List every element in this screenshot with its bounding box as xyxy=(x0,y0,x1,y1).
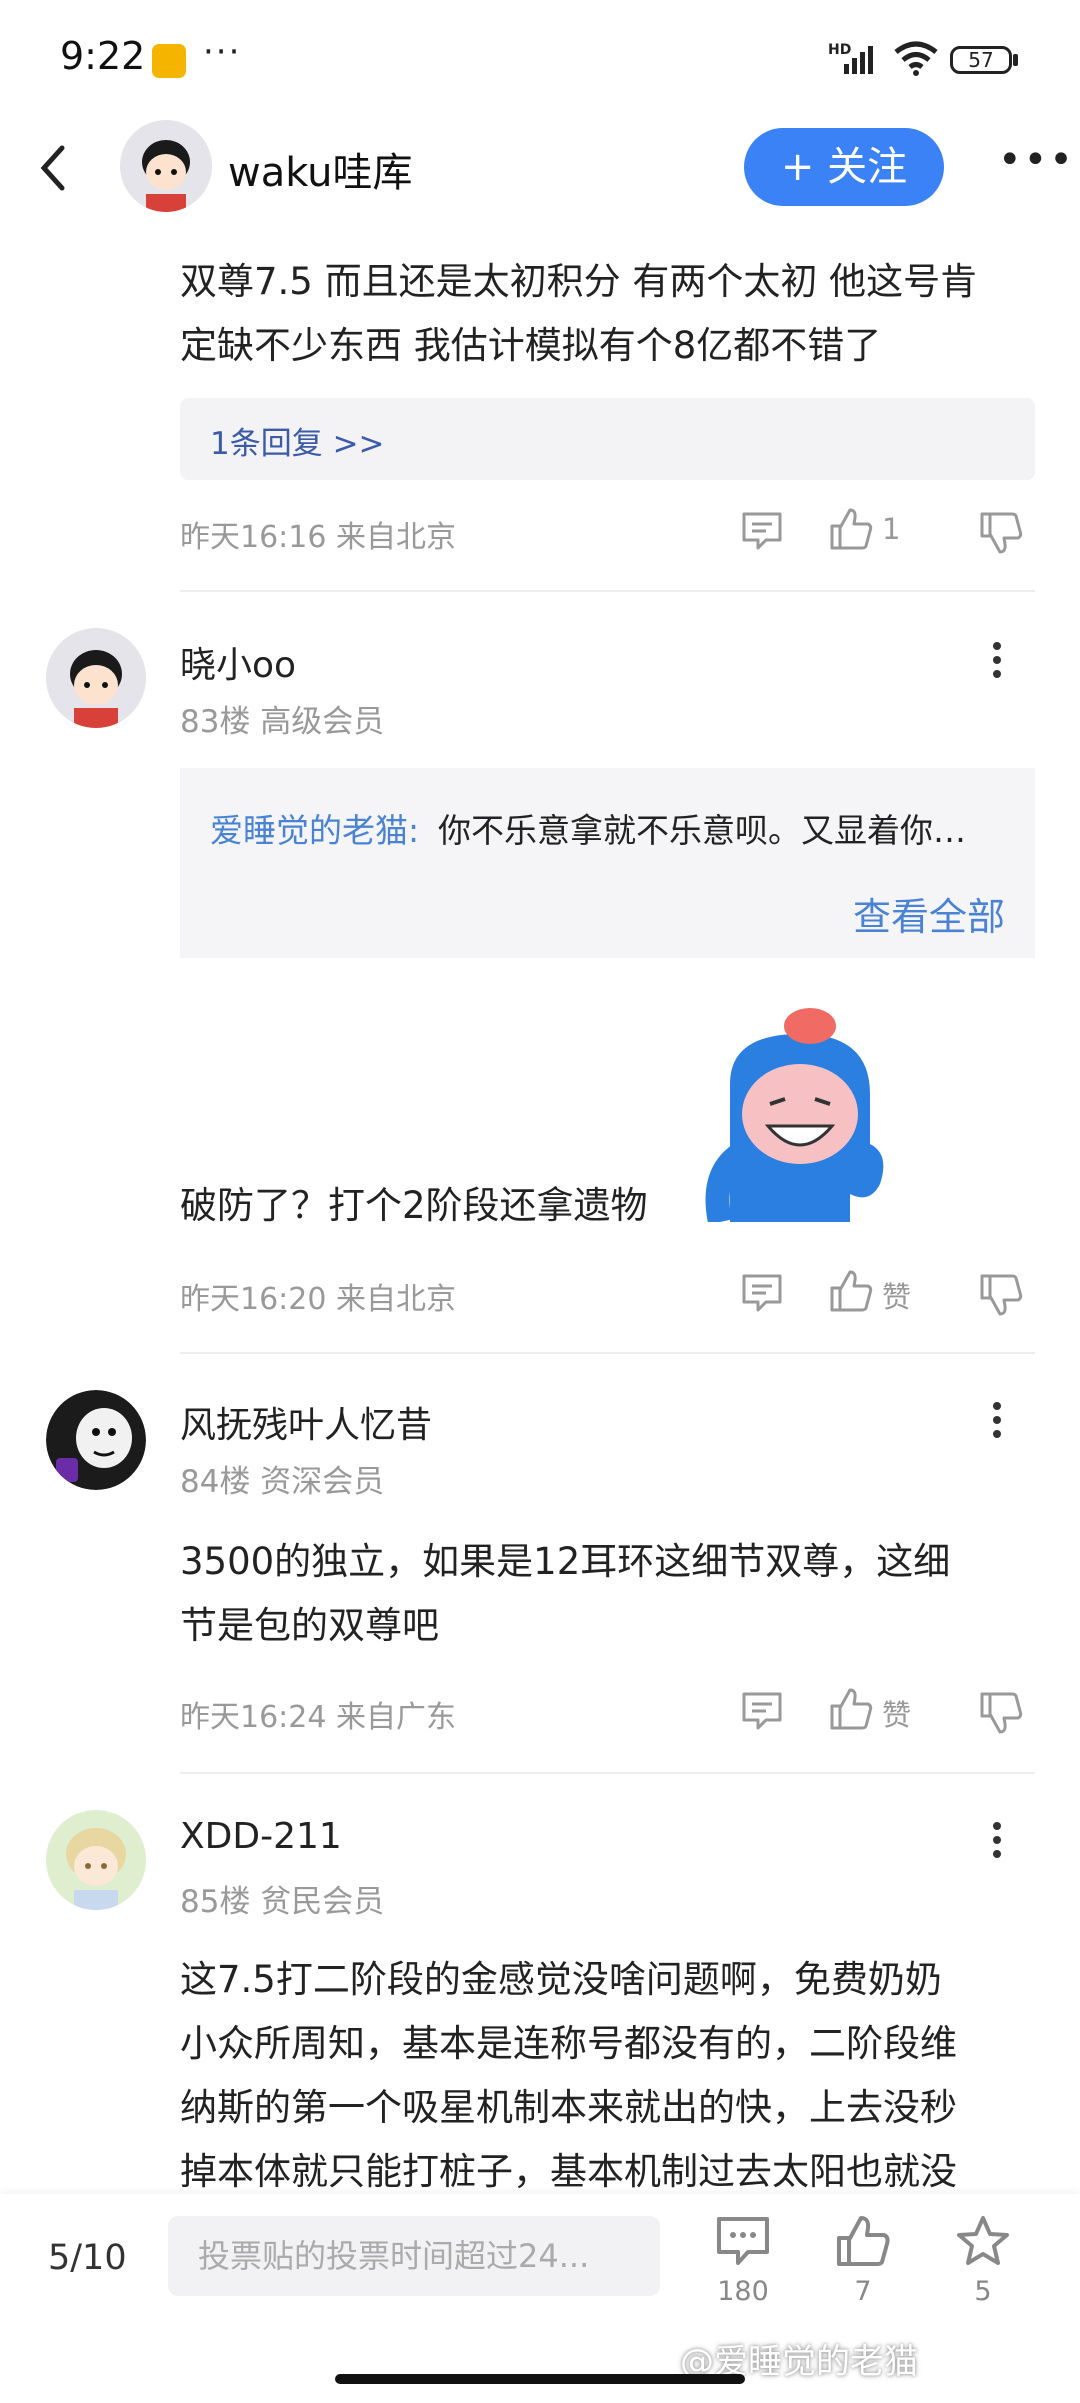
post-text: 纳斯的第一个吸星机制本来就出的快，上去没秒 xyxy=(180,2086,957,2129)
thumbs-up-icon xyxy=(837,2216,890,2266)
status-time: 9:22 xyxy=(60,34,146,78)
comment-icon[interactable] xyxy=(740,508,784,552)
star-icon xyxy=(957,2216,1009,2265)
floor-info: 85楼 贫民会员 xyxy=(180,1884,385,1920)
user-avatar[interactable] xyxy=(46,628,146,728)
reply-input[interactable]: 投票贴的投票时间超过24... xyxy=(168,2216,660,2296)
battery-tip xyxy=(1013,54,1018,66)
divider xyxy=(180,590,1035,592)
post-text: 节是包的双尊吧 xyxy=(180,1604,439,1647)
post-text: 破防了？打个2阶段还拿遗物 xyxy=(180,1184,648,1227)
follow-button[interactable]: + 关注 xyxy=(744,128,944,206)
floor-info: 84楼 资深会员 xyxy=(180,1464,385,1500)
dislike-icon[interactable] xyxy=(978,1690,1024,1736)
likes-count: 7 xyxy=(854,2276,872,2307)
user-name[interactable]: XDD-211 xyxy=(180,1816,342,1857)
quote-author[interactable]: 爱睡觉的老猫: xyxy=(210,804,419,852)
post-options-icon[interactable] xyxy=(982,1396,1012,1448)
user-name[interactable]: 风抚残叶人忆昔 xyxy=(180,1396,432,1448)
view-all-link[interactable]: 查看全部 xyxy=(853,886,1005,941)
comment-icon[interactable] xyxy=(740,1270,784,1314)
laughing-sticker-image xyxy=(705,1008,884,1222)
post-meta: 昨天16:16 来自北京 xyxy=(180,520,456,555)
status-bar: 9:22 ··· HD 57 xyxy=(0,0,1080,120)
post-text: 小众所周知，基本是连称号都没有的，二阶段维 xyxy=(180,2022,957,2065)
quote-text: 你不乐意拿就不乐意呗。又显着你… xyxy=(438,811,966,850)
divider xyxy=(180,1352,1035,1354)
back-arrow-icon[interactable] xyxy=(34,142,74,194)
post-text: 这7.5打二阶段的金感觉没啥问题啊，免费奶奶 xyxy=(180,1958,942,2001)
post-meta: 昨天16:24 来自广东 xyxy=(180,1700,456,1735)
like-count: 赞 xyxy=(882,1280,912,1314)
more-options-icon[interactable]: ••• xyxy=(998,140,1073,190)
post-options-icon[interactable] xyxy=(982,1816,1012,1868)
like-icon[interactable] xyxy=(828,1686,874,1732)
user-name[interactable]: 晓小oo xyxy=(180,636,296,688)
comments-count: 180 xyxy=(717,2276,769,2307)
wifi-icon xyxy=(894,41,938,76)
author-name[interactable]: waku哇库 xyxy=(228,140,413,198)
comment-icon[interactable] xyxy=(740,1688,784,1732)
comment-bubble-icon xyxy=(717,2217,769,2265)
post-text: 双尊7.5 而且还是太初积分 有两个太初 他这号肯 xyxy=(180,260,978,303)
dislike-icon[interactable] xyxy=(978,1272,1024,1318)
favorites-count: 5 xyxy=(974,2276,992,2307)
home-indicator[interactable] xyxy=(335,2374,745,2384)
dislike-icon[interactable] xyxy=(978,510,1024,556)
post-meta: 昨天16:20 来自北京 xyxy=(180,1282,456,1317)
post-text: 3500的独立，如果是12耳环这细节双尊，这细 xyxy=(180,1540,951,1583)
user-avatar[interactable] xyxy=(46,1810,146,1910)
post-text: 定缺不少东西 我估计模拟有个8亿都不错了 xyxy=(180,324,882,367)
favorite-button[interactable]: 5 xyxy=(943,2214,1023,2307)
floor-info: 83楼 高级会员 xyxy=(180,704,385,740)
post-options-icon[interactable] xyxy=(982,636,1012,688)
reply-preview[interactable]: 1条回复 >> xyxy=(180,398,1035,480)
like-icon[interactable] xyxy=(828,506,874,552)
like-count: 1 xyxy=(882,512,901,546)
comments-button[interactable]: 180 xyxy=(703,2214,783,2307)
user-avatar[interactable] xyxy=(46,1390,146,1490)
author-avatar[interactable] xyxy=(120,120,212,212)
quoted-comment[interactable]: 爱睡觉的老猫: 你不乐意拿就不乐意呗。又显着你… 查看全部 xyxy=(180,768,1035,958)
like-count: 赞 xyxy=(882,1698,912,1732)
page-indicator[interactable]: 5/10 xyxy=(48,2238,127,2278)
status-more-icon: ··· xyxy=(203,32,242,72)
reply-count-link[interactable]: 1条回复 >> xyxy=(210,418,385,463)
like-post-button[interactable]: 7 xyxy=(823,2214,903,2307)
signal-icon xyxy=(844,46,873,74)
bottom-action-bar: 5/10 投票贴的投票时间超过24... 180 7 5 @爱睡觉的老猫 xyxy=(0,2194,1080,2403)
divider xyxy=(180,1772,1035,1774)
like-icon[interactable] xyxy=(828,1268,874,1314)
battery-icon: 57 xyxy=(950,46,1012,74)
notification-app-icon xyxy=(152,44,186,78)
